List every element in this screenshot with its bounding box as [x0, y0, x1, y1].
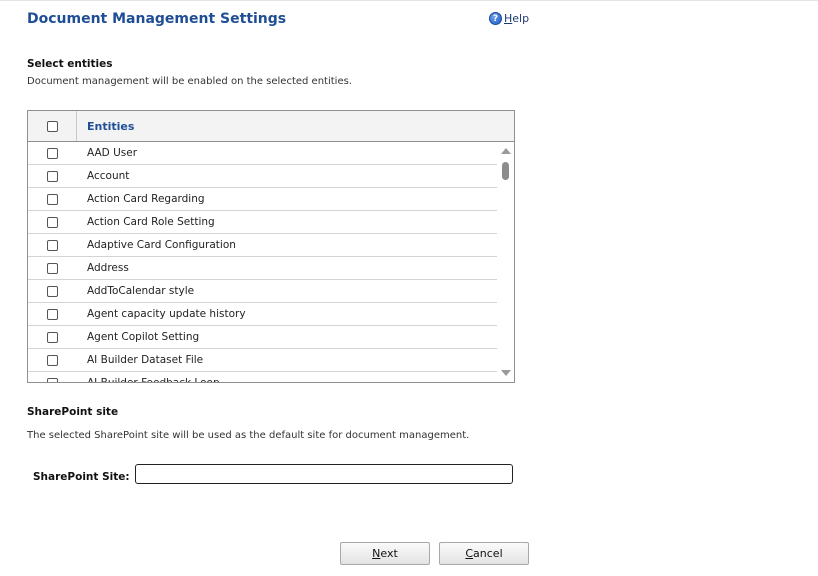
row-checkbox-cell: [28, 216, 77, 228]
grid-header: Entities: [28, 111, 514, 142]
row-checkbox[interactable]: [47, 147, 58, 159]
table-row[interactable]: Agent capacity update history: [28, 303, 498, 326]
cancel-label-rest: ancel: [473, 547, 503, 560]
row-checkbox-cell: [28, 262, 77, 274]
entity-label: AI Builder Dataset File: [87, 354, 204, 366]
sharepoint-site-label: SharePoint Site:: [33, 471, 130, 483]
entity-label: Account: [87, 170, 130, 182]
help-label-rest: elp: [512, 12, 530, 25]
help-link-label: Help: [504, 12, 529, 25]
entity-rows: AAD User Account Action Card Regarding Acti…: [28, 142, 498, 383]
entity-label: AddToCalendar style: [87, 285, 195, 297]
table-row[interactable]: Action Card Role Setting: [28, 211, 498, 234]
row-checkbox[interactable]: [47, 216, 58, 228]
row-checkbox[interactable]: [47, 285, 58, 297]
row-checkbox-cell: [28, 147, 77, 159]
row-checkbox[interactable]: [47, 308, 58, 320]
table-row[interactable]: Account: [28, 165, 498, 188]
cancel-access-key: C: [465, 547, 474, 560]
row-checkbox[interactable]: [47, 377, 58, 382]
row-checkbox-cell: [28, 285, 77, 297]
row-checkbox-cell: [28, 193, 77, 205]
entity-label: AI Builder Feedback Loop: [87, 377, 220, 383]
row-checkbox-cell: [28, 170, 77, 182]
entity-label: Action Card Role Setting: [87, 216, 215, 228]
entities-column-header[interactable]: Entities: [77, 120, 134, 133]
row-checkbox-cell: [28, 308, 77, 320]
help-link[interactable]: ? Help: [489, 12, 529, 25]
row-checkbox-cell: [28, 354, 77, 366]
table-row[interactable]: Action Card Regarding: [28, 188, 498, 211]
next-button[interactable]: Next: [340, 542, 430, 565]
scroll-down-arrow-icon[interactable]: [501, 370, 511, 376]
sharepoint-heading: SharePoint site: [27, 406, 119, 418]
row-checkbox[interactable]: [47, 239, 58, 251]
row-checkbox-cell: [28, 239, 77, 251]
table-row[interactable]: Adaptive Card Configuration: [28, 234, 498, 257]
cancel-button[interactable]: Cancel: [439, 542, 529, 565]
entity-label: Agent Copilot Setting: [87, 331, 200, 343]
entity-label: AAD User: [87, 147, 138, 159]
entity-label: Action Card Regarding: [87, 193, 205, 205]
row-checkbox[interactable]: [47, 193, 58, 205]
table-row[interactable]: AddToCalendar style: [28, 280, 498, 303]
question-circle-icon: ?: [489, 12, 502, 25]
scroll-up-arrow-icon[interactable]: [501, 148, 511, 154]
row-checkbox[interactable]: [47, 170, 58, 182]
entity-label: Agent capacity update history: [87, 308, 246, 320]
entities-grid: Entities AAD User Account Action Card Rega…: [27, 110, 515, 383]
row-checkbox[interactable]: [47, 331, 58, 343]
select-entities-description: Document management will be enabled on t…: [27, 76, 352, 87]
table-row[interactable]: AAD User: [28, 142, 498, 165]
next-access-key: N: [372, 547, 381, 560]
top-divider: [0, 0, 818, 1]
sharepoint-description: The selected SharePoint site will be use…: [27, 430, 470, 441]
table-row[interactable]: Address: [28, 257, 498, 280]
page-title: Document Management Settings: [27, 11, 287, 27]
next-label-rest: ext: [380, 547, 398, 560]
row-checkbox-cell: [28, 331, 77, 343]
select-entities-heading: Select entities: [27, 58, 113, 70]
sharepoint-site-input[interactable]: [135, 464, 513, 484]
entity-label: Adaptive Card Configuration: [87, 239, 236, 251]
vertical-scrollbar[interactable]: [497, 142, 514, 382]
scrollbar-thumb[interactable]: [502, 162, 509, 180]
select-all-checkbox[interactable]: [46, 120, 58, 132]
row-checkbox[interactable]: [47, 262, 58, 274]
table-row[interactable]: AI Builder Dataset File: [28, 349, 498, 372]
table-row[interactable]: Agent Copilot Setting: [28, 326, 498, 349]
select-all-cell: [28, 111, 77, 141]
row-checkbox[interactable]: [47, 354, 58, 366]
table-row[interactable]: AI Builder Feedback Loop: [28, 372, 498, 383]
entity-label: Address: [87, 262, 129, 274]
row-checkbox-cell: [28, 377, 77, 382]
